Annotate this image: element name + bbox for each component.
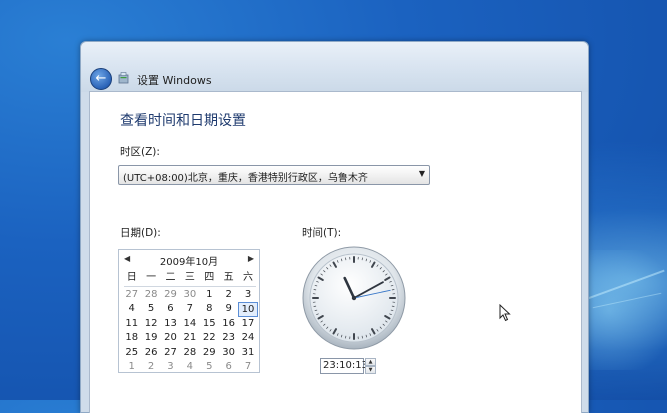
- calendar-day[interactable]: 5: [200, 360, 219, 375]
- calendar-day[interactable]: 30: [219, 346, 238, 361]
- calendar-day[interactable]: 27: [161, 346, 180, 361]
- calendar-day[interactable]: 2: [219, 288, 238, 303]
- timezone-dropdown[interactable]: (UTC+08:00)北京，重庆，香港特别行政区，乌鲁木齐 ▼: [118, 165, 430, 185]
- calendar-day[interactable]: 22: [200, 331, 219, 346]
- calendar-month-title[interactable]: 2009年10月: [119, 253, 259, 268]
- analog-clock: [301, 245, 407, 351]
- date-label: 日期(D):: [120, 225, 161, 240]
- back-arrow-icon[interactable]: ←: [90, 68, 112, 90]
- calendar-day[interactable]: 30: [180, 288, 199, 303]
- time-field[interactable]: 23:10:13: [320, 358, 364, 374]
- calendar-day[interactable]: 28: [180, 346, 199, 361]
- calendar-divider: [124, 286, 256, 287]
- weekday-label: 一: [141, 271, 160, 286]
- calendar-day[interactable]: 23: [219, 331, 238, 346]
- calendar-day[interactable]: 24: [238, 331, 257, 346]
- calendar-day[interactable]: 1: [122, 360, 141, 375]
- calendar-day[interactable]: 21: [180, 331, 199, 346]
- setup-icon: [118, 72, 129, 84]
- calendar-day[interactable]: 26: [141, 346, 160, 361]
- weekday-label: 三: [180, 271, 199, 286]
- calendar-day[interactable]: 6: [219, 360, 238, 375]
- spin-up-icon[interactable]: ▲: [365, 358, 376, 366]
- weekday-label: 四: [200, 271, 219, 286]
- calendar-day[interactable]: 11: [122, 317, 141, 332]
- calendar-day[interactable]: 4: [122, 302, 141, 317]
- timezone-label: 时区(Z):: [120, 144, 160, 159]
- page-title: 查看时间和日期设置: [120, 110, 246, 130]
- calendar-day[interactable]: 1: [200, 288, 219, 303]
- calendar-week-row: 25262728293031: [122, 346, 258, 361]
- calendar: ◀ 2009年10月 ▶ 日一二三四五六27282930123456789101…: [118, 249, 260, 373]
- weekday-label: 六: [238, 271, 257, 286]
- calendar-day[interactable]: 2: [141, 360, 160, 375]
- next-month-icon[interactable]: ▶: [248, 254, 254, 263]
- calendar-day-selected[interactable]: 10: [238, 302, 257, 317]
- weekday-label: 五: [219, 271, 238, 286]
- calendar-day[interactable]: 12: [141, 317, 160, 332]
- calendar-day[interactable]: 5: [141, 302, 160, 317]
- weekday-header-row: 日一二三四五六: [122, 271, 258, 286]
- calendar-day[interactable]: 3: [161, 360, 180, 375]
- content-pane: 查看时间和日期设置 时区(Z): (UTC+08:00)北京，重庆，香港特别行政…: [89, 91, 582, 413]
- time-label: 时间(T):: [302, 225, 341, 240]
- calendar-week-row: 11121314151617: [122, 317, 258, 332]
- window-title: 设置 Windows: [137, 72, 212, 88]
- calendar-day[interactable]: 29: [200, 346, 219, 361]
- calendar-day[interactable]: 7: [238, 360, 257, 375]
- calendar-day[interactable]: 27: [122, 288, 141, 303]
- calendar-day[interactable]: 17: [238, 317, 257, 332]
- calendar-day[interactable]: 14: [180, 317, 199, 332]
- calendar-day[interactable]: 6: [161, 302, 180, 317]
- calendar-day[interactable]: 16: [219, 317, 238, 332]
- calendar-day[interactable]: 7: [180, 302, 199, 317]
- calendar-day[interactable]: 20: [161, 331, 180, 346]
- mouse-cursor-icon: [499, 304, 511, 322]
- calendar-week-row: 27282930123: [122, 288, 258, 303]
- calendar-day[interactable]: 3: [238, 288, 257, 303]
- setup-window: ← 设置 Windows 查看时间和日期设置 时区(Z): (UTC+08:00…: [80, 41, 589, 413]
- calendar-week-row: 18192021222324: [122, 331, 258, 346]
- calendar-day[interactable]: 19: [141, 331, 160, 346]
- calendar-day[interactable]: 28: [141, 288, 160, 303]
- calendar-day[interactable]: 4: [180, 360, 199, 375]
- weekday-label: 日: [122, 271, 141, 286]
- calendar-week-row: 45678910: [122, 302, 258, 317]
- calendar-week-row: 1234567: [122, 360, 258, 375]
- weekday-label: 二: [161, 271, 180, 286]
- calendar-day[interactable]: 15: [200, 317, 219, 332]
- time-spinner: ▲ ▼: [365, 358, 376, 374]
- chevron-down-icon[interactable]: ▼: [419, 169, 425, 178]
- calendar-grid: 日一二三四五六272829301234567891011121314151617…: [122, 271, 258, 375]
- spin-down-icon[interactable]: ▼: [365, 366, 376, 374]
- calendar-day[interactable]: 29: [161, 288, 180, 303]
- timezone-value: (UTC+08:00)北京，重庆，香港特别行政区，乌鲁木齐: [123, 169, 368, 184]
- title-bar: ← 设置 Windows: [81, 42, 588, 92]
- calendar-day[interactable]: 8: [200, 302, 219, 317]
- calendar-day[interactable]: 18: [122, 331, 141, 346]
- calendar-day[interactable]: 31: [238, 346, 257, 361]
- calendar-day[interactable]: 13: [161, 317, 180, 332]
- calendar-day[interactable]: 25: [122, 346, 141, 361]
- calendar-day[interactable]: 9: [219, 302, 238, 317]
- calendar-header: ◀ 2009年10月 ▶: [119, 252, 259, 268]
